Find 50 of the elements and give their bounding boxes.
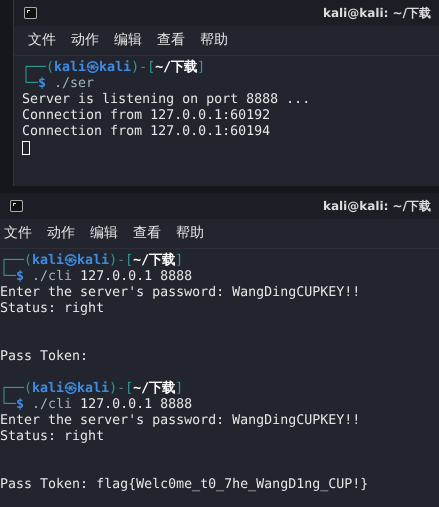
terminal-icon[interactable] bbox=[10, 200, 23, 212]
prompt-frame: ┌──( bbox=[22, 60, 54, 76]
menu-item[interactable]: 查看 bbox=[157, 30, 185, 51]
prompt-frame: ┌──( bbox=[0, 253, 32, 269]
prompt-frame: └─ bbox=[22, 76, 38, 92]
output-line: Server is listening on port 8888 ... bbox=[22, 92, 312, 108]
prompt-frame: )-[ bbox=[109, 253, 134, 269]
menu-item[interactable]: 编辑 bbox=[90, 223, 118, 244]
prompt-frame: ] bbox=[175, 381, 184, 397]
output-line: Status: right bbox=[0, 301, 106, 317]
terminal-icon[interactable] bbox=[24, 7, 37, 19]
output-line: Pass Token: flag{Welc0me_t0_7he_WangD1ng_CUP!} bbox=[0, 477, 370, 493]
command-arguments: 127.0.0.1 8888 bbox=[80, 397, 192, 413]
prompt-frame: ] bbox=[175, 253, 184, 269]
command-name: ./cli bbox=[32, 269, 72, 285]
command-name: ./cli bbox=[32, 397, 72, 413]
prompt-directory: ~/下载 bbox=[133, 381, 176, 397]
prompt-frame: ┌──( bbox=[0, 381, 32, 397]
menu-item[interactable]: 动作 bbox=[47, 223, 75, 244]
prompt-frame: └─ bbox=[0, 397, 16, 413]
output-line: Pass Token: bbox=[0, 349, 90, 365]
window-title: kali@kali: ~/下载 bbox=[322, 198, 431, 215]
output-line: Enter the server's password: WangDingCUPKEY!! bbox=[0, 285, 362, 301]
prompt-frame: ] bbox=[197, 60, 206, 76]
output-line: Status: right bbox=[0, 429, 106, 445]
prompt-directory: ~/下载 bbox=[133, 253, 176, 269]
prompt-frame: )-[ bbox=[109, 381, 134, 397]
output-line: Connection from 127.0.0.1:60194 bbox=[22, 124, 272, 140]
command-arguments: 127.0.0.1 8888 bbox=[80, 269, 192, 285]
command-name: ./ser bbox=[54, 76, 94, 92]
menu-item[interactable]: 帮助 bbox=[176, 223, 204, 244]
prompt-symbol: $ bbox=[38, 76, 46, 92]
text-cursor bbox=[22, 141, 30, 155]
output-line: Enter the server's password: WangDingCUPKEY!! bbox=[0, 413, 362, 429]
menu-item[interactable]: 文件 bbox=[4, 223, 32, 244]
prompt-symbol: $ bbox=[16, 397, 24, 413]
prompt-user: kali㉿kali bbox=[32, 381, 110, 397]
prompt-frame: └─ bbox=[0, 269, 16, 285]
window-title: kali@kali: ~/下载 bbox=[322, 5, 431, 22]
output-line: Connection from 127.0.0.1:60192 bbox=[22, 108, 272, 124]
prompt-frame: )-[ bbox=[131, 60, 156, 76]
prompt-user: kali㉿kali bbox=[54, 60, 132, 76]
prompt-directory: ~/下载 bbox=[155, 60, 198, 76]
menu-item[interactable]: 帮助 bbox=[200, 30, 228, 51]
prompt-user: kali㉿kali bbox=[32, 253, 110, 269]
menu-item[interactable]: 编辑 bbox=[114, 30, 142, 51]
menu-item[interactable]: 动作 bbox=[71, 30, 99, 51]
menu-item[interactable]: 文件 bbox=[28, 30, 56, 51]
menu-item[interactable]: 查看 bbox=[133, 223, 161, 244]
prompt-symbol: $ bbox=[16, 269, 24, 285]
